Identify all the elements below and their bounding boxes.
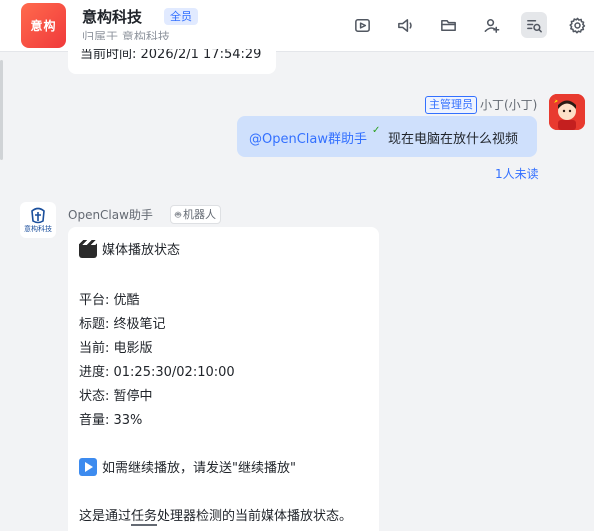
bot-line-current: 当前: 电影版 — [79, 341, 153, 356]
bot-footer: 这是通过任务处理器检测的当前媒体播放状态。 — [79, 509, 353, 526]
bot-line-status: 状态: 暂停中 — [79, 389, 153, 404]
video-chat-button[interactable] — [349, 12, 375, 38]
sender-name[interactable]: 小丁(小丁) — [480, 96, 537, 113]
verified-icon: ✓ — [372, 125, 381, 136]
bot-line-progress: 进度: 01:25:30/02:10:00 — [79, 365, 235, 380]
bot-line-volume: 音量: 33% — [79, 413, 143, 428]
video-chat-icon — [354, 18, 370, 32]
bot-hint: 如需继续播放，请发送"继续播放" — [79, 457, 296, 476]
read-status[interactable]: 1人未读 — [495, 165, 539, 182]
group-title[interactable]: 意构科技 — [82, 6, 142, 27]
search-chat-button[interactable] — [521, 12, 547, 38]
clapperboard-icon — [79, 240, 97, 258]
group-avatar[interactable]: 意构 — [21, 3, 66, 48]
role-badge: 主管理员 — [425, 96, 477, 114]
robot-icon: 🤖︎ — [175, 210, 181, 221]
announcement-button[interactable] — [392, 12, 418, 38]
user-avatar[interactable] — [549, 94, 585, 130]
bot-badge: 🤖︎ 机器人 — [170, 205, 221, 224]
bot-mention[interactable]: @OpenClaw群助手 — [249, 128, 367, 147]
add-member-button[interactable] — [478, 12, 504, 38]
group-tag: 全员 — [164, 8, 198, 25]
settings-icon — [568, 17, 585, 33]
add-member-icon — [484, 18, 499, 33]
settings-button[interactable] — [564, 12, 590, 38]
files-button[interactable] — [435, 12, 461, 38]
bot-line-platform: 平台: 优酷 — [79, 293, 140, 308]
company-logo-icon — [31, 207, 45, 224]
user-message-text: 现在电脑在放什么视频 — [388, 132, 519, 147]
search-chat-icon — [526, 19, 542, 32]
announcement-icon — [397, 18, 412, 32]
scrollbar[interactable] — [0, 60, 3, 160]
bot-line-title: 标题: 终极笔记 — [79, 317, 166, 332]
bot-avatar-text: 意构科技 — [24, 225, 52, 233]
bot-heading: 媒体播放状态 — [79, 239, 180, 258]
folder-icon — [440, 19, 456, 31]
play-icon — [79, 458, 97, 476]
bot-avatar[interactable]: 意构科技 — [20, 202, 56, 238]
bot-name[interactable]: OpenClaw助手 — [68, 206, 153, 223]
user-avatar-image — [549, 94, 585, 130]
underlined-term: 任务 — [131, 509, 158, 526]
